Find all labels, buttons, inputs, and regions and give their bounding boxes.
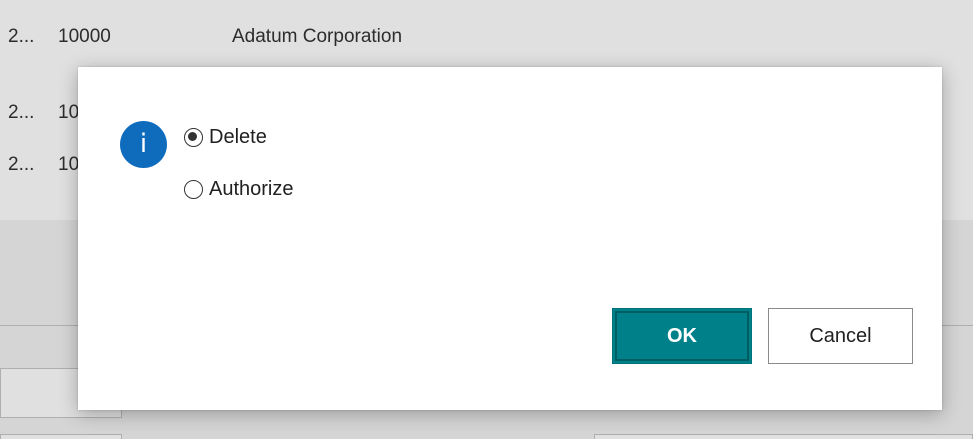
option-label: Delete bbox=[209, 125, 267, 148]
option-delete[interactable]: Delete bbox=[184, 124, 267, 150]
radio-authorize[interactable] bbox=[184, 179, 203, 199]
option-label: Authorize bbox=[209, 177, 294, 200]
cancel-button[interactable]: Cancel bbox=[768, 308, 913, 364]
option-authorize[interactable]: Authorize bbox=[184, 176, 294, 202]
page: 2... 10000 Adatum Corporation 2... 10 2.… bbox=[0, 0, 973, 439]
options-dialog: i Delete Authorize OK Cancel bbox=[78, 67, 942, 410]
radio-delete[interactable] bbox=[184, 127, 203, 147]
ok-button[interactable]: OK bbox=[612, 308, 752, 364]
info-icon: i bbox=[120, 121, 167, 168]
